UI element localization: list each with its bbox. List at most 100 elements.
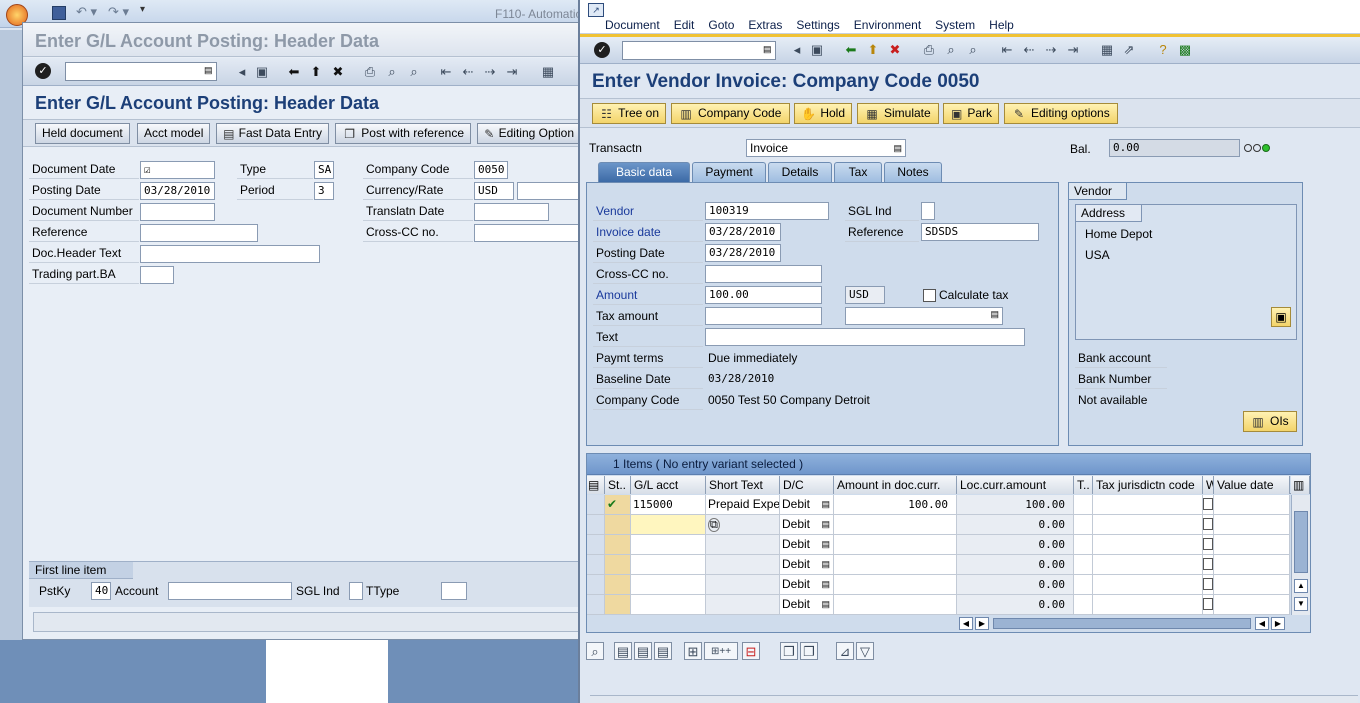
cell-tax-jurisdiction[interactable]: [1093, 495, 1203, 515]
cell-value-date[interactable]: [1214, 575, 1290, 595]
select-all-icon[interactable]: ▤: [587, 476, 605, 494]
quick-access-redo-icon[interactable]: ↷ ▾: [108, 4, 129, 20]
cell-tax[interactable]: [1074, 495, 1093, 515]
back-arrow-icon[interactable]: ◂: [788, 41, 806, 59]
col-short-text[interactable]: Short Text: [706, 476, 780, 494]
first-page-icon[interactable]: ⇤: [437, 63, 455, 81]
cell-w[interactable]: [1203, 515, 1214, 535]
w-checkbox[interactable]: [1203, 558, 1213, 570]
text-field[interactable]: [705, 328, 1025, 346]
cell-value-date[interactable]: [1214, 495, 1290, 515]
tab-tax[interactable]: Tax: [834, 162, 882, 182]
scroll-right-end-icon[interactable]: ▶: [1271, 617, 1285, 630]
reference-field[interactable]: SDSDS: [921, 223, 1039, 241]
cell-dc[interactable]: Debit ▤: [780, 555, 834, 575]
cell-tax[interactable]: [1074, 515, 1093, 535]
quick-access-customize-icon[interactable]: ▾: [140, 4, 145, 15]
row-selector[interactable]: [587, 555, 605, 575]
period-field[interactable]: 3: [314, 182, 334, 200]
menu-help[interactable]: Help: [989, 18, 1014, 34]
sort-icon[interactable]: ⊿: [836, 642, 854, 660]
dropdown-arrow-icon[interactable]: ▤: [821, 495, 830, 514]
copy-row-icon[interactable]: ❐: [780, 642, 798, 660]
editing-options-button[interactable]: ✎ Editing options: [1004, 103, 1118, 124]
posting-date-field[interactable]: 03/28/2010: [705, 244, 781, 262]
cell-value-date[interactable]: [1214, 595, 1290, 615]
tree-on-button[interactable]: ☷ Tree on: [592, 103, 666, 124]
save-icon[interactable]: ▣: [253, 63, 271, 81]
posting-date-field[interactable]: 03/28/2010: [140, 182, 215, 200]
menu-document[interactable]: Document: [605, 18, 660, 34]
cross-cc-field[interactable]: [705, 265, 822, 283]
next-page-icon[interactable]: ⇢: [481, 63, 499, 81]
enter-icon[interactable]: ✓: [594, 42, 610, 58]
col-loc-amount[interactable]: Loc.curr.amount: [957, 476, 1074, 494]
cell-tax[interactable]: [1074, 575, 1093, 595]
fast-data-entry-button[interactable]: ▤ Fast Data Entry: [216, 123, 329, 144]
menu-environment[interactable]: Environment: [854, 18, 921, 34]
horizontal-scrollbar[interactable]: ◀ ▶ ◀ ▶: [959, 616, 1289, 631]
menu-edit[interactable]: Edit: [674, 18, 695, 34]
cell-tax-jurisdiction[interactable]: [1093, 515, 1203, 535]
w-checkbox[interactable]: [1203, 518, 1213, 530]
w-checkbox[interactable]: [1203, 498, 1213, 510]
back-icon[interactable]: ⬅: [842, 41, 860, 59]
cell-dc[interactable]: Debit ▤: [780, 535, 834, 555]
scroll-down-icon[interactable]: ▼: [1294, 597, 1308, 611]
dropdown-arrow-icon[interactable]: ▤: [821, 575, 830, 594]
col-tax-jurisdiction[interactable]: Tax jurisdictn code: [1093, 476, 1203, 494]
menu-extras[interactable]: Extras: [748, 18, 782, 34]
scroll-up-icon[interactable]: ▲: [1294, 579, 1308, 593]
cell-amount[interactable]: [834, 595, 957, 615]
amount-field[interactable]: 100.00: [705, 286, 822, 304]
find-icon[interactable]: ⌕: [383, 63, 401, 81]
row-selector[interactable]: [587, 495, 605, 515]
cell-w[interactable]: [1203, 555, 1214, 575]
pstky-field[interactable]: 40: [91, 582, 111, 600]
back-arrow-icon[interactable]: ◂: [233, 63, 251, 81]
cell-tax-jurisdiction[interactable]: [1093, 575, 1203, 595]
select-block-icon[interactable]: ▤: [614, 642, 632, 660]
type-field[interactable]: SA: [314, 161, 334, 179]
dropdown-arrow-icon[interactable]: ▤: [821, 595, 830, 614]
transactn-dropdown[interactable]: Invoice ▤: [746, 139, 906, 157]
column-settings-icon[interactable]: ▥: [1291, 476, 1310, 494]
scroll-right-icon[interactable]: ▶: [975, 617, 989, 630]
table-row[interactable]: Debit ▤ 0.00: [587, 555, 1290, 575]
doc-date-field[interactable]: ☑: [140, 161, 215, 179]
expand-text-icon[interactable]: ⧉: [708, 518, 720, 532]
sgl-ind-field[interactable]: [349, 582, 363, 600]
back-icon[interactable]: ⬅: [285, 63, 303, 81]
vendor-field[interactable]: 100319: [705, 202, 829, 220]
cell-dc[interactable]: Debit ▤: [780, 575, 834, 595]
cell-dc[interactable]: Debit ▤: [780, 495, 834, 515]
company-code-field[interactable]: 0050: [474, 161, 508, 179]
dropdown-arrow-icon[interactable]: ▤: [821, 535, 830, 554]
cell-tax-jurisdiction[interactable]: [1093, 535, 1203, 555]
cell-amount[interactable]: 100.00: [834, 495, 957, 515]
deselect-all-icon[interactable]: ▤: [654, 642, 672, 660]
sap-menu-icon[interactable]: ↗: [588, 3, 604, 17]
cell-short-text[interactable]: ⧉: [706, 515, 780, 535]
cell-w[interactable]: [1203, 595, 1214, 615]
find-next-icon[interactable]: ⌕: [405, 63, 423, 81]
editing-option-button[interactable]: ✎ Editing Option: [477, 123, 581, 144]
menu-settings[interactable]: Settings: [796, 18, 839, 34]
cell-gl-acct[interactable]: [631, 575, 706, 595]
cancel-icon[interactable]: ✖: [329, 63, 347, 81]
enter-icon[interactable]: ✓: [35, 63, 51, 79]
tab-basic-data[interactable]: Basic data: [598, 162, 690, 182]
tab-notes[interactable]: Notes: [884, 162, 942, 182]
delete-row-icon[interactable]: ⊟: [742, 642, 760, 660]
cell-short-text[interactable]: Prepaid Expe: [706, 495, 780, 515]
cell-tax-jurisdiction[interactable]: [1093, 595, 1203, 615]
table-row[interactable]: Debit ▤ 0.00: [587, 575, 1290, 595]
shortcut-icon[interactable]: ⇗: [1120, 41, 1138, 59]
cell-amount[interactable]: [834, 575, 957, 595]
row-selector[interactable]: [587, 595, 605, 615]
cell-gl-acct[interactable]: [631, 535, 706, 555]
exit-icon[interactable]: ⬆: [307, 63, 325, 81]
cell-tax[interactable]: [1074, 595, 1093, 615]
cell-amount[interactable]: [834, 535, 957, 555]
trading-part-field[interactable]: [140, 266, 174, 284]
